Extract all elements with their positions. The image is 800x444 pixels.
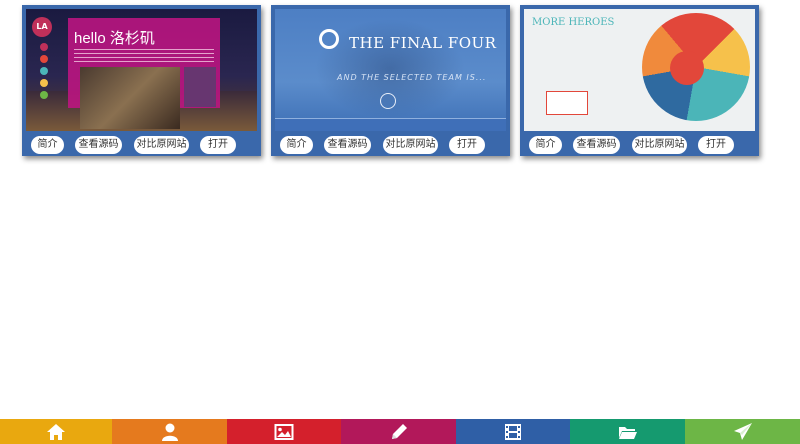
download-box (546, 91, 588, 115)
nav-dot (40, 43, 48, 51)
hero-subtitle: AND THE SELECTED TEAM IS... (337, 73, 487, 82)
nav-dot (40, 79, 48, 87)
hero-words: MORE HEROES (532, 17, 615, 28)
side-menu (184, 67, 216, 107)
nav-dot (40, 55, 48, 63)
card-actions: 简介 查看源码 对比原网站 打开 (271, 135, 510, 155)
project-thumbnail-final-four[interactable]: THE FINAL FOUR AND THE SELECTED TEAM IS.… (275, 9, 506, 131)
compare-original-button[interactable]: 对比原网站 (134, 136, 189, 154)
hero-title: hello 洛杉矶 (74, 30, 155, 47)
walk-of-fame-photo (80, 67, 180, 129)
project-card-3: MORE HEROES 简介 查看源码 对比原网站 打开 (520, 5, 759, 156)
home-icon (47, 423, 65, 440)
bottom-nav (0, 419, 800, 444)
copyright-logo-icon (319, 29, 339, 49)
wheel-center (670, 51, 704, 85)
view-source-button[interactable]: 查看源码 (324, 136, 371, 154)
scroll-down-icon (380, 93, 396, 109)
open-button[interactable]: 打开 (698, 136, 734, 154)
view-source-button[interactable]: 查看源码 (573, 136, 620, 154)
card-actions: 简介 查看源码 对比原网站 打开 (22, 135, 261, 155)
project-card-1: LA hello 洛杉矶 简介 查看源码 对比原网站 打开 (22, 5, 261, 156)
nav-dot (40, 67, 48, 75)
hero-text (74, 49, 214, 63)
nav-files[interactable] (570, 419, 685, 444)
user-icon (161, 423, 178, 441)
nav-home[interactable] (0, 419, 112, 444)
intro-button[interactable]: 简介 (529, 136, 562, 154)
project-card-2: THE FINAL FOUR AND THE SELECTED TEAM IS.… (271, 5, 510, 156)
nav-video[interactable] (456, 419, 570, 444)
project-thumbnail-more-heroes[interactable]: MORE HEROES (524, 9, 755, 131)
la-logo: LA (32, 17, 52, 37)
nav-contact[interactable] (685, 419, 800, 444)
nav-dot (40, 91, 48, 99)
intro-button[interactable]: 简介 (31, 136, 64, 154)
card-actions: 简介 查看源码 对比原网站 打开 (520, 135, 759, 155)
nav-blog[interactable] (341, 419, 456, 444)
intro-button[interactable]: 简介 (280, 136, 313, 154)
film-icon (505, 423, 521, 440)
nav-profile[interactable] (112, 419, 227, 444)
compare-original-button[interactable]: 对比原网站 (383, 136, 438, 154)
folder-icon (618, 426, 637, 439)
nav-bar (275, 118, 506, 131)
view-source-button[interactable]: 查看源码 (75, 136, 122, 154)
pencil-icon (391, 423, 407, 439)
image-icon (274, 423, 294, 440)
project-thumbnail-la[interactable]: LA hello 洛杉矶 (26, 9, 257, 131)
compare-original-button[interactable]: 对比原网站 (632, 136, 687, 154)
hero-title: THE FINAL FOUR (349, 34, 497, 52)
open-button[interactable]: 打开 (200, 136, 236, 154)
open-button[interactable]: 打开 (449, 136, 485, 154)
nav-gallery[interactable] (227, 419, 341, 444)
send-icon (733, 422, 752, 440)
